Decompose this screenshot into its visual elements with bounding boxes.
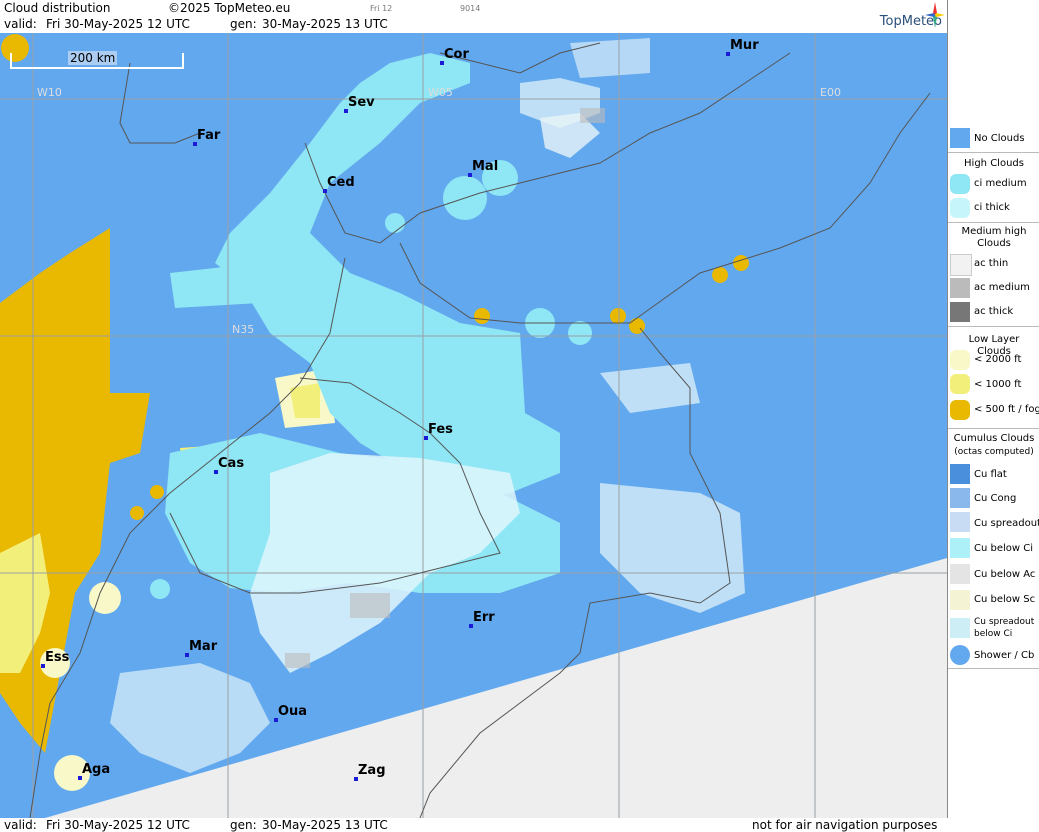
legend-lt500: < 500 ft / fog xyxy=(974,404,1039,415)
city-mar: Mar xyxy=(185,639,217,657)
city-mal: Mal xyxy=(468,159,498,177)
legend-high-title: High Clouds xyxy=(964,158,1024,169)
legend-cu-sub: (octas computed) xyxy=(954,447,1034,457)
cloud-map[interactable]: 200 km W10 W05 E00 N35 Cor Mur Sev Far C… xyxy=(0,33,947,818)
swatch-ci-medium xyxy=(950,174,970,194)
city-fes: Fes xyxy=(424,422,453,440)
grid-label-e00: E00 xyxy=(820,86,841,99)
scale-bar: 200 km xyxy=(10,51,184,69)
legend-cu-spread-ci: Cu spreadout below Ci xyxy=(974,617,1035,639)
legend-cu-flat: Cu flat xyxy=(974,469,1007,480)
swatch-shower xyxy=(950,645,970,665)
valid-label: valid: xyxy=(4,17,37,31)
footer-gen-value: 30-May-2025 13 UTC xyxy=(262,818,388,832)
swatch-cu-below-sc xyxy=(950,590,970,610)
city-aga: Aga xyxy=(78,762,110,780)
footer-note: not for air navigation purposes xyxy=(752,818,938,832)
legend-ci-medium: ci medium xyxy=(974,178,1027,189)
swatch-cu-below-ci xyxy=(950,538,970,558)
swatch-cu-cong xyxy=(950,488,970,508)
legend-cu-title: Cumulus Clouds xyxy=(953,433,1035,444)
header: Cloud distribution ©2025 TopMeteo.eu Fri… xyxy=(0,0,1039,33)
city-cas: Cas xyxy=(214,456,244,474)
swatch-lt2000 xyxy=(950,350,970,370)
swatch-cu-below-ac xyxy=(950,564,970,584)
swatch-ci-thick xyxy=(950,198,970,218)
valid-value: Fri 30-May-2025 12 UTC xyxy=(46,17,190,31)
footer-valid-label: valid: xyxy=(4,818,37,832)
gen-value: 30-May-2025 13 UTC xyxy=(262,17,388,31)
grid-label-w05: W05 xyxy=(428,86,453,99)
city-ced: Ced xyxy=(323,175,355,193)
copyright: ©2025 TopMeteo.eu xyxy=(168,1,291,15)
legend-ci-thick: ci thick xyxy=(974,202,1010,213)
map-title: Cloud distribution xyxy=(4,1,111,15)
footer-gen-label: gen: xyxy=(230,818,257,832)
legend-lt2000: < 2000 ft xyxy=(974,354,1022,365)
legend-cu-below-sc: Cu below Sc xyxy=(974,594,1036,605)
legend-no-clouds: No Clouds xyxy=(974,133,1025,144)
legend-ac-medium: ac medium xyxy=(974,282,1030,293)
legend-cu-below-ac: Cu below Ac xyxy=(974,569,1036,580)
city-far: Far xyxy=(193,128,220,146)
swatch-ac-medium xyxy=(950,278,970,298)
city-sev: Sev xyxy=(344,95,375,113)
scale-label: 200 km xyxy=(68,51,118,65)
swatch-ac-thick xyxy=(950,302,970,322)
legend-lt1000: < 1000 ft xyxy=(974,379,1022,390)
city-mur: Mur xyxy=(726,38,759,56)
swatch-no-clouds xyxy=(950,128,970,148)
city-err: Err xyxy=(469,610,495,628)
city-oua: Oua xyxy=(274,704,307,722)
city-zag: Zag xyxy=(354,763,386,781)
map-code: 9014 xyxy=(460,4,481,13)
run-code: Fri 12 xyxy=(370,4,393,13)
swatch-cu-spread xyxy=(950,512,970,532)
compass-logo-icon xyxy=(925,2,945,28)
swatch-cu-flat xyxy=(950,464,970,484)
swatch-lt1000 xyxy=(950,374,970,394)
swatch-lt500 xyxy=(950,400,970,420)
grid-label-n35: N35 xyxy=(232,323,255,336)
legend-medium-title: Medium high Clouds xyxy=(961,226,1027,249)
legend-panel: No Clouds High Clouds ci medium ci thick… xyxy=(947,0,1039,832)
swatch-cu-spread-ci xyxy=(950,618,970,638)
city-ess: Ess xyxy=(41,650,69,668)
swatch-ac-thin xyxy=(950,254,972,276)
legend-cu-cong: Cu Cong xyxy=(974,493,1017,504)
footer: valid: Fri 30-May-2025 12 UTC gen: 30-Ma… xyxy=(0,818,1039,832)
legend-ac-thick: ac thick xyxy=(974,306,1014,317)
legend-cu-below-ci: Cu below Ci xyxy=(974,543,1034,554)
gen-label: gen: xyxy=(230,17,257,31)
legend-shower: Shower / Cb xyxy=(974,650,1035,661)
legend-ac-thin: ac thin xyxy=(974,258,1009,269)
city-cor: Cor xyxy=(440,47,469,65)
legend-cu-spread: Cu spreadout xyxy=(974,518,1039,529)
grid-label-w10: W10 xyxy=(37,86,62,99)
map-canvas xyxy=(0,33,947,818)
footer-valid-value: Fri 30-May-2025 12 UTC xyxy=(46,818,190,832)
